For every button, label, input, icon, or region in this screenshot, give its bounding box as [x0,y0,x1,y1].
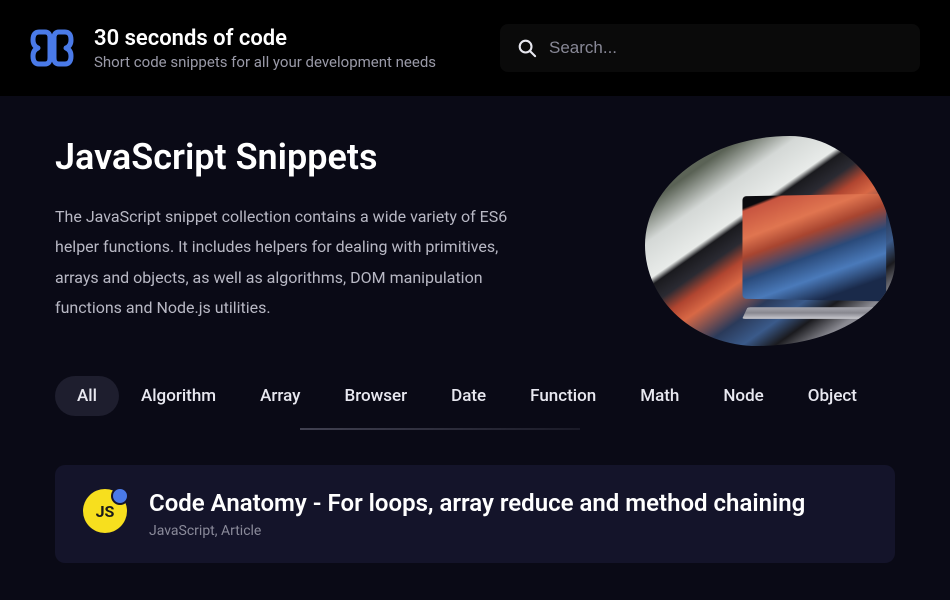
tab-math[interactable]: Math [618,376,701,416]
card-meta: JavaScript, Article [149,523,805,539]
tab-all[interactable]: All [55,376,119,416]
brand-title: 30 seconds of code [94,26,480,51]
search-icon [518,39,537,58]
tab-function[interactable]: Function [508,376,618,416]
tab-browser[interactable]: Browser [322,376,429,416]
hero-text: JavaScript Snippets The JavaScript snipp… [55,136,605,346]
hero-image [645,136,895,346]
tab-algorithm[interactable]: Algorithm [119,376,238,416]
page-description: The JavaScript snippet collection contai… [55,202,535,324]
js-icon: JS [83,489,127,533]
card-title: Code Anatomy - For loops, array reduce a… [149,489,805,517]
header: 30 seconds of code Short code snippets f… [0,0,950,96]
hero-section: JavaScript Snippets The JavaScript snipp… [0,96,950,376]
category-tabs: All Algorithm Array Browser Date Functio… [0,376,950,417]
search-box[interactable] [500,24,920,72]
brand: 30 seconds of code Short code snippets f… [94,26,480,71]
tab-object[interactable]: Object [786,376,879,416]
brand-subtitle: Short code snippets for all your develop… [94,53,480,71]
tab-date[interactable]: Date [429,376,508,416]
page-title: JavaScript Snippets [55,136,605,178]
logo-icon [30,26,74,70]
search-input[interactable] [549,38,902,58]
snippet-card[interactable]: JS Code Anatomy - For loops, array reduc… [55,465,895,563]
tab-node[interactable]: Node [701,376,785,416]
card-body: Code Anatomy - For loops, array reduce a… [149,489,805,539]
tab-array[interactable]: Array [238,376,322,416]
